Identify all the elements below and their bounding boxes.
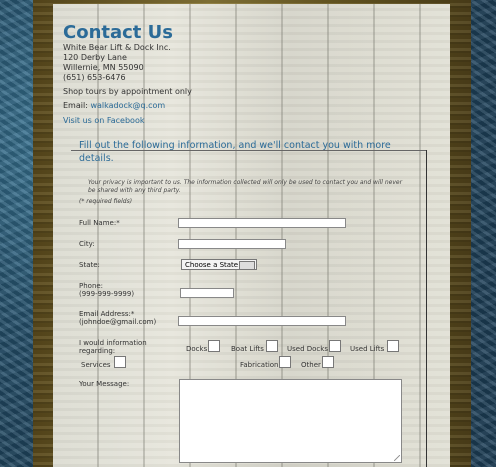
other-label: Other <box>301 361 321 369</box>
boat-lifts-label: Boat Lifts <box>231 345 264 353</box>
email-label: Email Address:* <box>79 310 135 318</box>
street-address: 120 Derby Lane <box>63 53 127 62</box>
city-input[interactable] <box>178 239 286 249</box>
facebook-link[interactable]: Visit us on Facebook <box>63 116 144 125</box>
privacy-note: Your privacy is important to us. The inf… <box>88 179 403 194</box>
used-lifts-checkbox[interactable] <box>387 340 399 352</box>
state-select[interactable]: Choose a State <box>181 259 257 270</box>
city-label: City: <box>79 240 95 248</box>
email-input[interactable] <box>178 316 346 326</box>
state-label: State: <box>79 261 100 269</box>
fabrication-checkbox[interactable] <box>279 356 291 368</box>
phone-label: Phone: <box>79 282 104 290</box>
page-title: Contact Us <box>63 22 174 43</box>
message-label: Your Message: <box>79 380 130 388</box>
form-right-border <box>426 150 427 467</box>
email-line: Email: walkadock@q.com <box>63 101 165 111</box>
phone-number: (651) 653-6476 <box>63 73 126 82</box>
city-state-zip: Willernie, MN 55090 <box>63 63 144 72</box>
interest-label: I would information regarding: <box>79 339 147 355</box>
dropdown-arrow-icon[interactable] <box>239 261 255 270</box>
email-link[interactable]: walkadock@q.com <box>90 101 165 110</box>
used-docks-label: Used Docks <box>287 345 328 353</box>
tours-note: Shop tours by appointment only <box>63 87 192 96</box>
required-note: (* required fields) <box>79 198 133 205</box>
email-hint: (johndoe@gmail.com) <box>79 318 157 326</box>
form-intro: Fill out the following information, and … <box>79 140 391 164</box>
phone-input[interactable] <box>180 288 234 298</box>
fabrication-label: Fabrication <box>240 361 279 369</box>
full-name-label: Full Name:* <box>79 219 120 227</box>
email-label: Email: <box>63 101 88 110</box>
other-checkbox[interactable] <box>322 356 334 368</box>
resize-grip-icon[interactable] <box>394 455 400 461</box>
docks-checkbox[interactable] <box>208 340 220 352</box>
services-checkbox[interactable] <box>114 356 126 368</box>
company-name: White Bear Lift & Dock Inc. <box>63 43 171 52</box>
services-label: Services <box>81 361 111 369</box>
docks-label: Docks <box>186 345 208 353</box>
used-docks-checkbox[interactable] <box>329 340 341 352</box>
phone-hint: (999-999-9999) <box>79 290 135 298</box>
boat-lifts-checkbox[interactable] <box>266 340 278 352</box>
state-select-value: Choose a State <box>185 261 239 269</box>
message-textarea[interactable] <box>179 379 402 463</box>
used-lifts-label: Used Lifts <box>350 345 385 353</box>
full-name-input[interactable] <box>178 218 346 228</box>
